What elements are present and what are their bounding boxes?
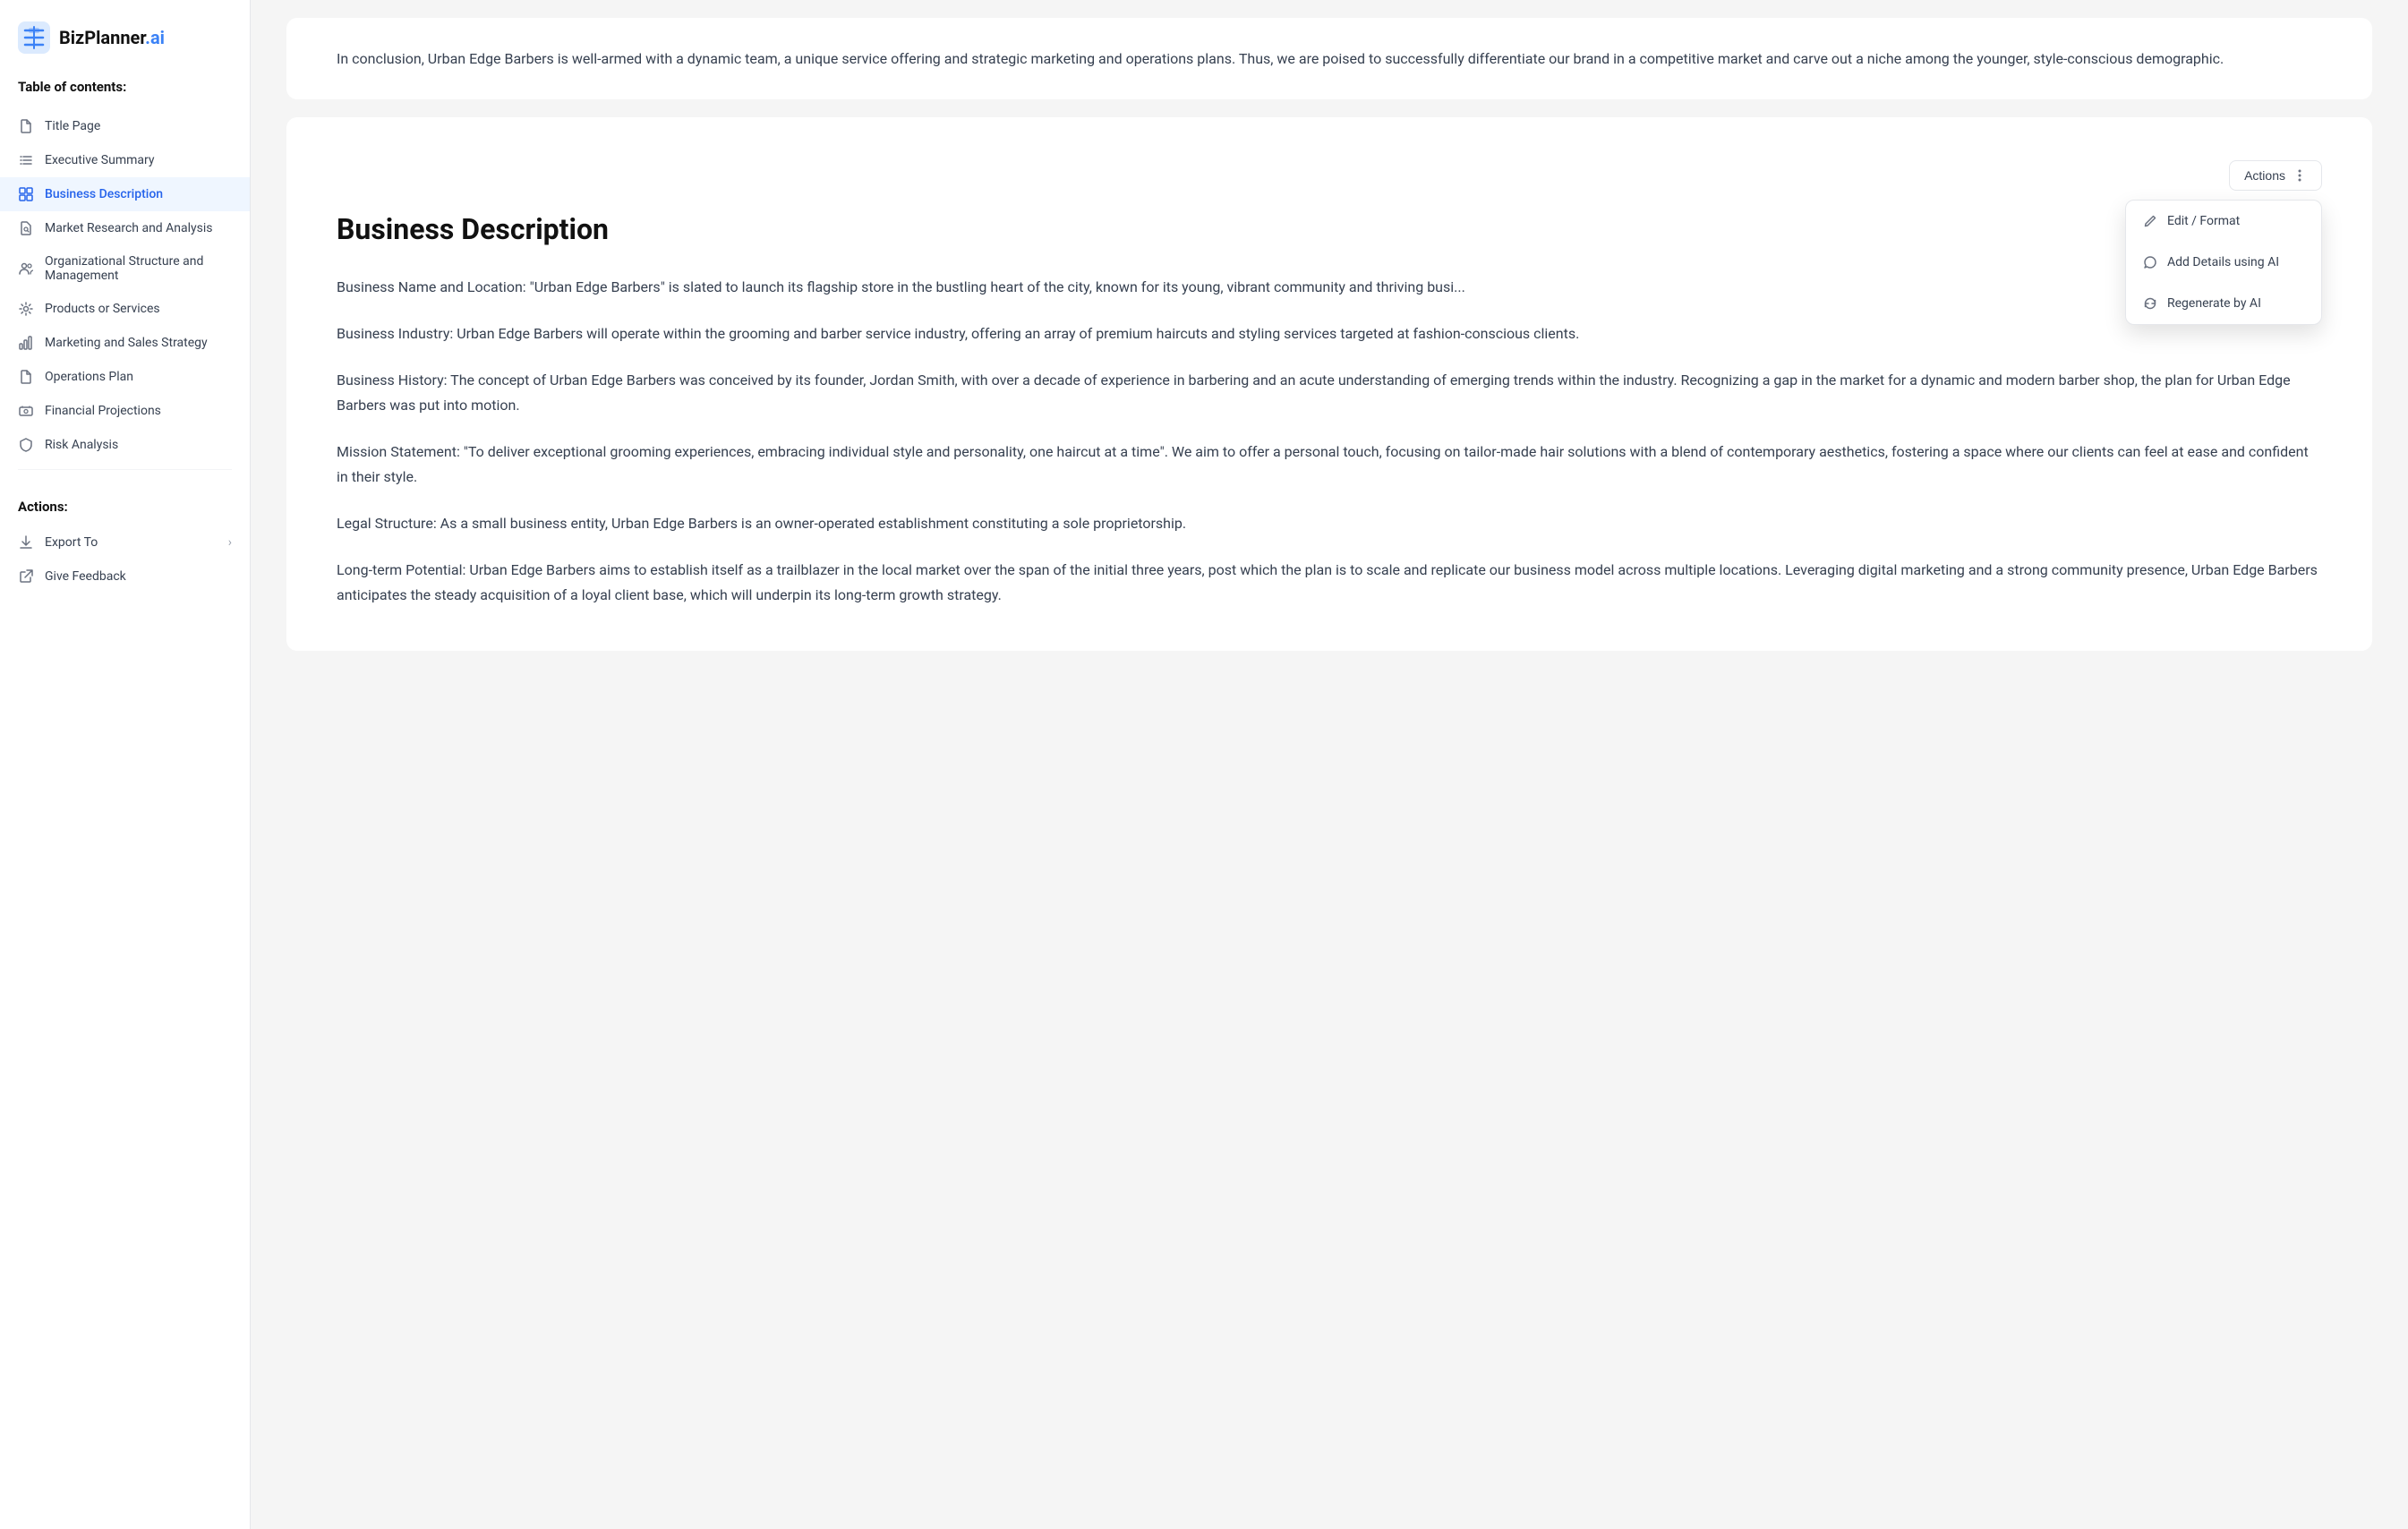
regenerate-label: Regenerate by AI [2167,296,2261,311]
cash-icon [18,403,34,419]
logo-icon [18,21,50,54]
file-icon [18,369,34,385]
section-paragraph-2: Business History: The concept of Urban E… [337,368,2322,418]
section-paragraph-3: Mission Statement: "To deliver exception… [337,440,2322,490]
nav-item-label: Market Research and Analysis [45,221,213,235]
regenerate-menu-item[interactable]: Regenerate by AI [2126,283,2321,324]
nav-item-label: Risk Analysis [45,438,118,452]
sidebar-item-products-services[interactable]: Products or Services [0,292,250,326]
nav-item-label: Products or Services [45,302,160,316]
sidebar: BizPlanner.ai Table of contents: Title P… [0,0,251,1529]
toc-label: Table of contents: [0,79,250,109]
sidebar-divider [18,469,232,470]
action-item-export-to[interactable]: Export To › [0,525,250,559]
intro-card: In conclusion, Urban Edge Barbers is wel… [286,18,2372,99]
section-paragraphs: Business Name and Location: "Urban Edge … [337,275,2322,608]
edit-format-menu-item[interactable]: Edit / Format [2126,201,2321,242]
dots-icon [2293,168,2307,183]
add-details-label: Add Details using AI [2167,255,2279,269]
section-paragraph-1: Business Industry: Urban Edge Barbers wi… [337,321,2322,346]
intro-text: In conclusion, Urban Edge Barbers is wel… [337,47,2322,71]
sidebar-item-organizational-structure[interactable]: Organizational Structure and Management [0,245,250,292]
edit-format-label: Edit / Format [2167,214,2240,228]
file-icon [18,118,34,134]
main-content: In conclusion, Urban Edge Barbers is wel… [251,0,2408,1529]
shield-icon [18,437,34,453]
nav-item-label: Executive Summary [45,153,155,167]
section-paragraph-4: Legal Structure: As a small business ent… [337,511,2322,536]
grid-icon [18,186,34,202]
nav-item-label: Marketing and Sales Strategy [45,336,208,350]
chart-icon [18,335,34,351]
download-icon [18,534,34,551]
action-item-give-feedback[interactable]: Give Feedback [0,559,250,594]
sidebar-item-market-research[interactable]: Market Research and Analysis [0,211,250,245]
actions-dropdown-menu: Edit / Format Add Details using AI [2125,200,2322,325]
actions-button[interactable]: Actions [2229,160,2322,191]
nav-item-label: Title Page [45,119,100,133]
action-item-label: Export To [45,535,98,550]
chevron-icon: › [228,535,232,550]
sidebar-item-executive-summary[interactable]: Executive Summary [0,143,250,177]
refresh-icon [2142,295,2158,312]
sidebar-item-operations-plan[interactable]: Operations Plan [0,360,250,394]
add-details-menu-item[interactable]: Add Details using AI [2126,242,2321,283]
sidebar-item-risk-analysis[interactable]: Risk Analysis [0,428,250,462]
users-icon [18,261,34,277]
nav-item-label: Operations Plan [45,370,133,384]
actions-bar: Actions Edit / Format [337,160,2322,191]
sidebar-item-financial-projections[interactable]: Financial Projections [0,394,250,428]
external-link-icon [18,568,34,585]
section-paragraph-0: Business Name and Location: "Urban Edge … [337,275,2322,300]
logo-text: BizPlanner.ai [59,27,165,48]
section-paragraph-5: Long-term Potential: Urban Edge Barbers … [337,558,2322,608]
sidebar-item-marketing-sales[interactable]: Marketing and Sales Strategy [0,326,250,360]
business-description-card: Actions Edit / Format [286,117,2372,651]
nav-item-label: Organizational Structure and Management [45,254,232,283]
chat-icon [2142,254,2158,270]
action-items: Export To › Give Feedback [0,525,250,594]
nav-items: Title Page Executive Summary Business De… [0,109,250,462]
gear-icon [18,301,34,317]
nav-item-label: Financial Projections [45,404,161,418]
list-icon [18,152,34,168]
section-title: Business Description [337,212,2322,246]
logo-area: BizPlanner.ai [0,21,250,79]
actions-label: Actions: [0,477,250,525]
sidebar-item-business-description[interactable]: Business Description [0,177,250,211]
sidebar-item-title-page[interactable]: Title Page [0,109,250,143]
edit-icon [2142,213,2158,229]
nav-item-label: Business Description [45,187,163,201]
action-item-label: Give Feedback [45,569,126,584]
actions-button-label: Actions [2244,168,2285,183]
document-search-icon [18,220,34,236]
